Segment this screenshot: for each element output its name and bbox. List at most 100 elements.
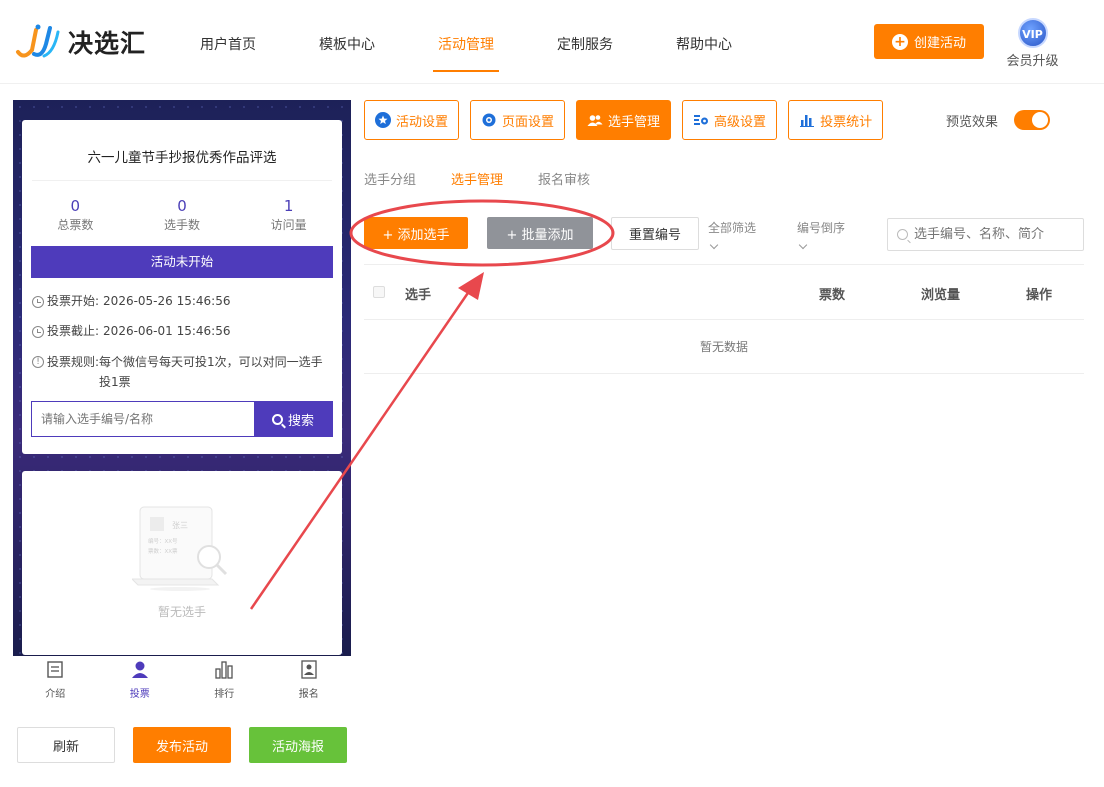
list-icon [47, 661, 63, 678]
nav-help[interactable]: 帮助中心 [676, 34, 732, 72]
empty-contestant-text: 暂无选手 [157, 605, 206, 619]
activity-info-card: 六一儿童节手抄报优秀作品评选 0 总票数 0 选手数 1 访问量 活动未开始 投… [22, 120, 342, 454]
clock-icon [32, 296, 44, 308]
clock-icon [32, 326, 44, 338]
sub-tabs: 选手分组 选手管理 报名审核 [364, 169, 625, 188]
contestant-search [887, 218, 1084, 251]
tab-label: 排行 [214, 689, 235, 700]
chevron-down-icon [709, 240, 719, 250]
main-nav: 用户首页 模板中心 活动管理 定制服务 帮助中心 [200, 34, 795, 72]
preview-search-input[interactable] [32, 402, 254, 436]
reset-number-button[interactable]: 重置编号 [611, 217, 699, 250]
tab-signup[interactable]: 报名 [267, 656, 352, 700]
search-icon [897, 229, 908, 240]
users-icon [587, 115, 603, 126]
empty-contestant-illustration-icon: 张三 编号：XX号 票数：XX票 [132, 506, 228, 591]
contestant-actions: + 添加选手 + 批量添加 重置编号 全部筛选 编号倒序 [364, 217, 1084, 251]
stat-contestants: 0 选手数 [142, 197, 222, 233]
nav-home[interactable]: 用户首页 [200, 34, 256, 72]
table-empty-row: 暂无数据 [364, 320, 1084, 374]
logo[interactable]: 决选汇 [14, 22, 146, 62]
vote-end-row: 投票截止: 2026-06-01 15:46:56 [32, 322, 332, 341]
column-header: 票数 [819, 288, 846, 303]
preview-tabbar: 介绍 投票 排行 报名 [13, 656, 351, 700]
top-navbar: 决选汇 用户首页 模板中心 活动管理 定制服务 帮助中心 + 创建活动 VIP … [0, 0, 1104, 84]
illus-line2: 票数：XX票 [148, 547, 178, 555]
filter-all-dropdown[interactable]: 全部筛选 [708, 219, 757, 250]
tab-intro[interactable]: 介绍 [13, 656, 98, 700]
nav-templates[interactable]: 模板中心 [319, 34, 375, 72]
activity-settings-button[interactable]: 活动设置 [364, 100, 460, 140]
vote-end-label: 投票截止: [47, 324, 100, 338]
preview-search: 搜索 [31, 401, 333, 437]
settings-list-icon [694, 115, 709, 125]
vip-label: 会员升级 [1006, 54, 1059, 69]
search-icon [271, 413, 283, 425]
batch-add-button[interactable]: + 批量添加 [487, 217, 593, 249]
vote-rules-row: ! 投票规则: 每个微信号每天可投1次，可以对同一选手投1票 [32, 352, 332, 392]
stat-visits: 1 访问量 [249, 197, 329, 233]
tab-contestant-groups[interactable]: 选手分组 [364, 169, 416, 188]
nav-activity-management[interactable]: 活动管理 [433, 34, 499, 72]
refresh-button[interactable]: 刷新 [17, 727, 115, 763]
illus-line1: 编号：XX号 [148, 537, 178, 545]
tab-signup-review[interactable]: 报名审核 [538, 169, 590, 188]
vote-info: 投票开始: 2026-05-26 15:46:56 投票截止: 2026-06-… [32, 292, 332, 392]
sort-dropdown[interactable]: 编号倒序 [797, 219, 846, 250]
vote-statistics-button[interactable]: 投票统计 [788, 100, 884, 140]
illus-name: 张三 [172, 521, 188, 530]
vip-icon: VIP [1017, 18, 1048, 48]
stat-value: 1 [283, 197, 294, 215]
bar-chart-icon [215, 661, 233, 679]
chevron-down-icon [798, 240, 808, 250]
preview-actions: 刷新 发布活动 活动海报 [17, 727, 365, 763]
sort-label: 编号倒序 [797, 221, 846, 235]
publish-activity-button[interactable]: 发布活动 [133, 727, 231, 763]
page-settings-button[interactable]: 页面设置 [470, 100, 566, 140]
badge-icon [301, 660, 317, 679]
create-activity-button[interactable]: + 创建活动 [874, 24, 984, 59]
contestant-management-button[interactable]: 选手管理 [576, 100, 672, 140]
toolbar-label: 选手管理 [608, 114, 661, 130]
column-header: 浏览量 [921, 288, 961, 303]
activity-status-banner: 活动未开始 [31, 246, 333, 278]
tab-label: 报名 [298, 689, 319, 700]
logo-icon [16, 24, 60, 58]
toolbar-label: 活动设置 [396, 114, 449, 130]
vote-end-time: 2026-06-01 15:46:56 [103, 324, 231, 338]
stat-total-votes: 0 总票数 [35, 197, 115, 233]
toolbar-label: 投票统计 [820, 114, 873, 130]
tab-label: 介绍 [45, 689, 66, 700]
activity-poster-button[interactable]: 活动海报 [249, 727, 347, 763]
contestant-table: 选手 票数 浏览量 操作 暂无数据 [364, 264, 1084, 374]
activity-title: 六一儿童节手抄报优秀作品评选 [32, 120, 332, 181]
select-all-checkbox[interactable] [373, 286, 385, 298]
stat-label: 访问量 [270, 218, 307, 232]
vote-start-time: 2026-05-26 15:46:56 [103, 294, 231, 308]
preview-search-button[interactable]: 搜索 [254, 402, 332, 436]
advanced-settings-button[interactable]: 高级设置 [682, 100, 778, 140]
add-contestant-button[interactable]: + 添加选手 [364, 217, 468, 249]
stats-row: 0 总票数 0 选手数 1 访问量 [22, 197, 342, 233]
tab-ranking[interactable]: 排行 [182, 656, 267, 700]
column-header: 选手 [405, 288, 432, 303]
filter-all-label: 全部筛选 [708, 221, 757, 235]
contestant-search-input[interactable] [914, 227, 1074, 242]
stat-label: 选手数 [163, 218, 200, 232]
gear-icon [482, 113, 496, 127]
mobile-preview: 六一儿童节手抄报优秀作品评选 0 总票数 0 选手数 1 访问量 活动未开始 投… [13, 100, 351, 656]
create-activity-label: 创建活动 [913, 36, 966, 51]
preview-effect-toggle[interactable] [1014, 110, 1050, 130]
info-icon: ! [32, 356, 44, 368]
user-icon [131, 661, 148, 678]
vote-rules-text: 每个微信号每天可投1次，可以对同一选手投1票 [99, 355, 323, 389]
tab-vote[interactable]: 投票 [98, 656, 183, 700]
tab-contestant-management[interactable]: 选手管理 [451, 169, 503, 188]
toolbar-label: 高级设置 [714, 114, 767, 130]
toolbar-label: 页面设置 [502, 114, 555, 130]
logo-text: 决选汇 [68, 29, 147, 58]
nav-custom-service[interactable]: 定制服务 [557, 34, 613, 72]
table-header: 选手 票数 浏览量 操作 [364, 264, 1084, 320]
plus-circle-icon: + [891, 33, 908, 50]
vip-upgrade[interactable]: VIP 会员升级 [1005, 18, 1060, 69]
